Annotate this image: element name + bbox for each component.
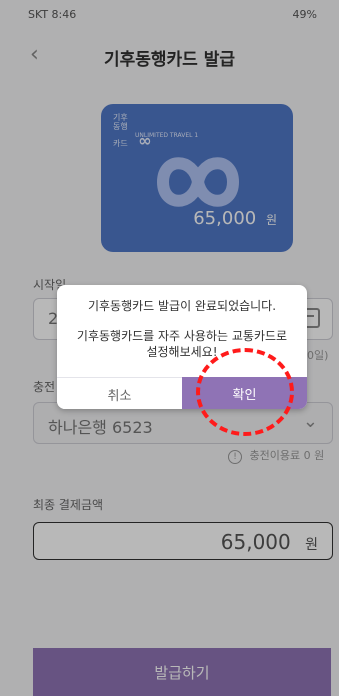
confirm-highlight-circle	[196, 348, 294, 436]
dialog-message-2: 기후동행카드를 자주 사용하는 교통카드로	[76, 329, 288, 343]
dialog-message-1: 기후동행카드 발급이 완료되었습니다.	[87, 299, 277, 313]
cancel-button[interactable]: 취소	[57, 377, 182, 409]
